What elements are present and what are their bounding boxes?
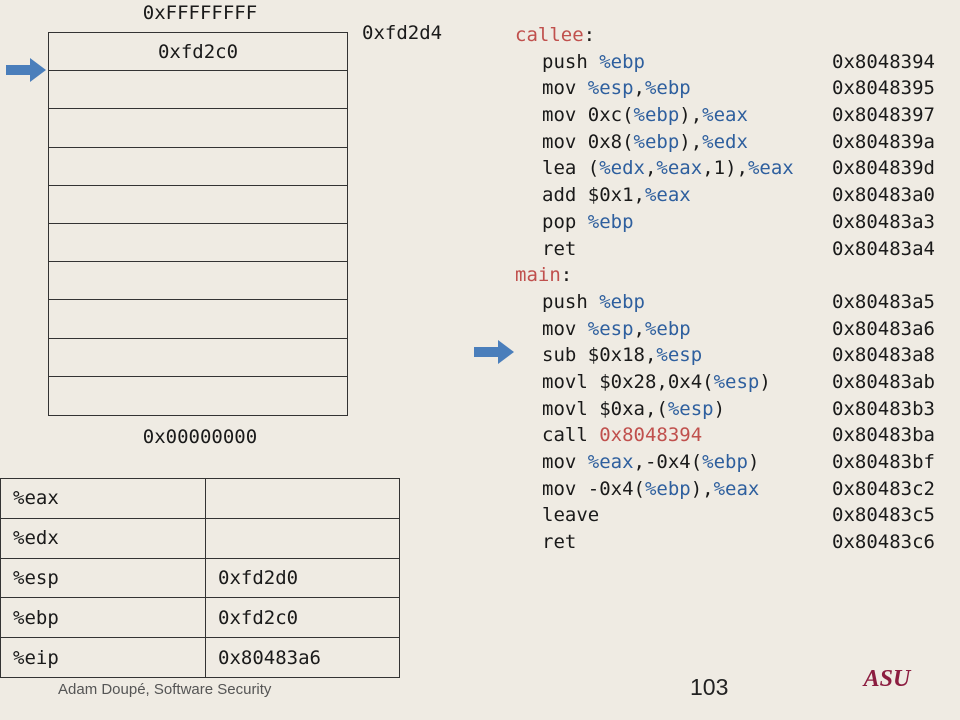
instruction-text: ret — [542, 531, 577, 554]
instruction-line: movl $0x28,0x4(%esp) 0x80483ab — [515, 369, 935, 396]
instruction-line: mov %esp,%ebp 0x80483a6 — [515, 316, 935, 343]
instruction-text: mov %esp,%ebp — [542, 317, 691, 340]
instruction-address: 0x80483a6 — [832, 317, 935, 340]
callee-label: callee: — [515, 24, 596, 46]
instruction-line: pop %ebp 0x80483a3 — [515, 209, 935, 236]
instruction-text: pop %ebp — [542, 210, 634, 233]
stack-slot — [49, 71, 347, 110]
instruction-line: add $0x1,%eax 0x80483a0 — [515, 182, 935, 209]
register-row: %eax — [0, 478, 400, 519]
instruction-text: lea (%edx,%eax,1),%eax — [542, 157, 794, 180]
instruction-line: leave 0x80483c5 — [515, 502, 935, 529]
stack-top-address: 0xFFFFFFFF — [142, 2, 258, 24]
register-row: %edx — [0, 517, 400, 559]
register-row: %ebp 0xfd2c0 — [0, 597, 400, 639]
stack-slot — [49, 109, 347, 148]
register-name: %eip — [0, 637, 206, 678]
instruction-line: push %ebp 0x80483a5 — [515, 289, 935, 316]
instruction-line: ret 0x80483a4 — [515, 236, 935, 263]
stack-slot — [49, 339, 347, 377]
instruction-address: 0x80483a0 — [832, 184, 935, 207]
instruction-text: mov 0xc(%ebp),%eax — [542, 104, 748, 127]
instruction-address: 0x8048395 — [832, 77, 935, 100]
stack-bottom-address: 0x00000000 — [142, 426, 258, 448]
instruction-text: ret — [542, 237, 577, 260]
instruction-address: 0x8048397 — [832, 104, 935, 127]
stack-slot — [49, 377, 347, 415]
register-value: 0xfd2c0 — [205, 597, 400, 639]
right-arrow-icon — [6, 58, 46, 82]
svg-text:ASU: ASU — [862, 666, 912, 690]
instruction-text: mov %eax,-0x4(%ebp) — [542, 451, 760, 473]
stack-slot — [49, 224, 347, 263]
instruction-text: mov %esp,%ebp — [542, 77, 691, 100]
register-row: %esp 0xfd2d0 — [0, 557, 400, 599]
instruction-text: movl $0xa,(%esp) — [542, 397, 726, 420]
register-table: %eax %edx %esp 0xfd2d0 %ebp 0xfd2c0 %eip 0x8048… — [0, 478, 400, 678]
instruction-address: 0x804839a — [832, 130, 935, 153]
instruction-address: 0x80483b3 — [832, 397, 935, 420]
instruction-text: movl $0x28,0x4(%esp) — [542, 370, 771, 393]
instruction-text: mov 0x8(%ebp),%edx — [542, 130, 748, 153]
instruction-address: 0x80483ab — [832, 370, 935, 393]
instruction-address: 0x80483a4 — [832, 237, 935, 260]
instruction-line: mov 0xc(%ebp),%eax 0x8048397 — [515, 102, 935, 129]
asu-logo: ASU — [862, 666, 912, 690]
instruction-line: lea (%edx,%eax,1),%eax 0x804839d — [515, 155, 935, 182]
right-arrow-icon — [474, 340, 514, 364]
instruction-line: mov %esp,%ebp 0x8048395 — [515, 75, 935, 102]
stack-slot — [49, 300, 347, 339]
stack-slot — [49, 148, 347, 186]
instruction-text: mov -0x4(%ebp),%eax — [542, 477, 760, 500]
stack-slot — [49, 186, 347, 224]
instruction-address: 0x80483a3 — [832, 210, 935, 233]
instruction-line: sub $0x18,%esp 0x80483a8 — [515, 342, 935, 369]
instruction-text: sub $0x18,%esp — [542, 344, 703, 367]
instruction-line: mov -0x4(%ebp),%eax 0x80483c2 — [515, 476, 935, 503]
instruction-line: mov %eax,-0x4(%ebp) 0x80483bf — [515, 449, 935, 476]
register-value — [205, 517, 400, 559]
instruction-address: 0x804839d — [832, 157, 935, 180]
main-label: main: — [515, 264, 573, 287]
instruction-line: call 0x8048394 0x80483ba — [515, 422, 935, 449]
instruction-text: push %ebp — [542, 50, 645, 73]
instruction-text: add $0x1,%eax — [542, 184, 691, 207]
register-value: 0x80483a6 — [205, 637, 400, 678]
register-name: %eax — [0, 478, 206, 519]
instruction-text: leave — [542, 504, 600, 527]
instruction-address: 0x80483a5 — [832, 290, 935, 313]
instruction-text: push %ebp — [542, 290, 645, 313]
register-value — [205, 478, 400, 519]
stack-diagram: 0xfd2c0 — [48, 32, 348, 416]
instruction-address: 0x80483a8 — [832, 344, 935, 367]
register-name: %ebp — [0, 597, 206, 639]
instruction-address: 0x80483ba — [832, 424, 935, 447]
instruction-line: movl $0xa,(%esp) 0x80483b3 — [515, 396, 935, 423]
instruction-address: 0x80483bf — [832, 451, 935, 473]
instruction-address: 0x8048394 — [832, 50, 935, 73]
instruction-address: 0x80483c2 — [832, 477, 935, 500]
register-name: %edx — [0, 517, 206, 559]
instruction-line: mov 0x8(%ebp),%edx 0x804839a — [515, 129, 935, 156]
stack-slot: 0xfd2c0 — [49, 33, 347, 72]
instruction-address: 0x80483c5 — [832, 504, 935, 527]
page-number: 103 — [690, 674, 729, 700]
register-row: %eip 0x80483a6 — [0, 637, 400, 678]
register-name: %esp — [0, 557, 206, 599]
assembly-listing: callee: push %ebp 0x8048394 mov %esp,%ebp 0x… — [515, 22, 935, 556]
instruction-text: call 0x8048394 — [542, 424, 703, 447]
register-value: 0xfd2d0 — [205, 557, 400, 599]
footer-author: Adam Doupé, Software Security — [58, 681, 272, 698]
instruction-address: 0x80483c6 — [832, 531, 935, 554]
instruction-line: ret 0x80483c6 — [515, 529, 935, 556]
stack-pointer-annotation: 0xfd2d4 — [362, 22, 443, 44]
instruction-line: push %ebp 0x8048394 — [515, 49, 935, 76]
stack-slot — [49, 262, 347, 301]
